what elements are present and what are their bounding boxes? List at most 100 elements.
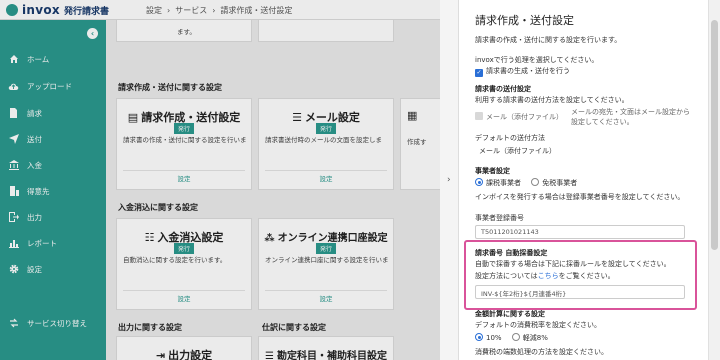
sidebar-item-label: 請求 [27,108,42,118]
default-method-label: デフォルトの送付方法 [475,134,545,142]
breadcrumb-separator-icon: › [212,5,216,15]
radio-selected-icon[interactable] [475,333,483,341]
section-title: 請求作成・送付に関する設定 [118,83,222,92]
breadcrumb-item-current: 請求作成・送付設定 [220,5,293,15]
bank-icon [8,160,19,171]
breadcrumb-item-service[interactable]: サービス [175,5,207,16]
section-title: 出力に関する設定 [118,323,182,332]
card-title: ☰ 勘定科目・補助科目設定 [259,347,393,360]
sidebar-item-label: サービス切り替え [27,318,87,328]
table-icon: ☰ [265,351,274,360]
card-partial-top [258,20,394,42]
switch-icon [8,318,19,329]
checkbox-checked-icon[interactable]: ✓ [475,69,483,77]
home-icon [8,54,19,65]
sidebar: ‹ ホーム アップロード 請求 送付 入金 得意先 出力 レポート 設定 サービ… [0,20,106,360]
sidebar-item-label: 入金 [27,160,42,170]
radio-exempt[interactable]: 免税事業者 [531,178,578,187]
sidebar-item-send[interactable]: 送付 [0,128,106,150]
radio-label: 免税事業者 [542,179,578,187]
send-icon [8,134,19,145]
card-partial-right[interactable]: ▦ 作成す [400,98,440,190]
card-mail-settings[interactable]: ☰ メール設定 発行 請求書送付時のメールの文面を設定しま 設定 [258,98,394,190]
card-title-text: 出力設定 [168,349,213,360]
chevron-left-icon[interactable]: ‹ [87,28,98,39]
scrollbar-thumb[interactable] [711,20,718,250]
card-settings-link[interactable]: 設定 [117,293,251,303]
network-icon: ⁂ [264,233,275,244]
logo-mark-icon [6,4,18,16]
radio-unselected-icon[interactable] [511,333,520,341]
sidebar-item-report[interactable]: レポート [0,232,106,254]
gear-icon [8,264,19,275]
card-reconcile-settings[interactable]: ☷ 入金消込設定 発行 自動消込に関する設定を行います。 設定 [116,218,252,310]
divider [123,170,245,171]
invox-process-label: invoxで行う処理を選択してください。 [475,56,599,64]
mail-note-line-1: メールの宛先・文面はメール設定から [571,108,690,116]
divider [123,290,245,291]
mail-option-row[interactable]: メール（添付ファイル） [475,112,563,122]
sidebar-item-label: ホーム [27,54,50,64]
radio-label: 課税事業者 [486,179,521,187]
radio-selected-icon[interactable] [475,178,483,186]
chevron-right-icon[interactable]: › [447,175,451,185]
invoice-icon: ▤ [127,111,139,124]
reg-number-input[interactable]: T5011201021143 [475,225,685,239]
logo-text: invox [22,3,60,17]
sidebar-item-payment[interactable]: 入金 [0,154,106,176]
breadcrumb-item-settings[interactable]: 設定 [146,5,162,16]
drawer-subtitle: 請求書の作成・送付に関する設定を行います。 [475,36,622,44]
export-icon: ⇥ [155,349,166,360]
radio-taxable[interactable]: 課税事業者 [475,178,521,187]
sidebar-item-export[interactable]: 出力 [0,206,106,228]
card-invoice-settings[interactable]: ▤ 請求作成・送付設定 発行 請求書の作成・送付に関する設定を行いま 設定 [116,98,252,190]
logo-subtitle: 発行請求書 [63,6,109,17]
card-desc: オンライン連携口座に関する設定を行いま [265,256,389,264]
divider [265,170,387,171]
card-account-settings[interactable]: ☰ 勘定科目・補助科目設定 [258,336,394,360]
rounding-title: 金額計算に関する設定 [475,310,545,318]
sidebar-item-label: 得意先 [27,186,50,196]
checkbox-disabled-icon[interactable] [475,112,483,120]
sidebar-item-upload[interactable]: アップロード [0,75,106,97]
mail-list-icon: ☰ [292,111,302,124]
chart-icon [8,238,19,249]
card-desc: ます。 [177,28,196,36]
logo[interactable]: invox 発行請求書 [6,0,109,20]
radio-rate-8[interactable]: 軽減8% [511,333,548,342]
tax-rate-radios: 10% 軽減8% [475,333,548,343]
scrollbar[interactable] [708,0,720,360]
breadcrumb-separator-icon: › [167,5,171,15]
highlight-frame [464,240,697,310]
card-online-bank-settings[interactable]: ⁂ オンライン連携口座設定 発行 オンライン連携口座に関する設定を行いま 設定 [258,218,394,310]
generate-checkbox-row[interactable]: ✓ 請求書の生成・送付を行う [475,66,570,77]
mail-option-label: メール（添付ファイル） [486,113,563,121]
sidebar-item-label: 送付 [27,134,42,144]
business-type-title: 事業者設定 [475,167,510,175]
card-settings-link[interactable]: 設定 [259,293,393,303]
radio-rate-10[interactable]: 10% [475,333,502,342]
card-partial-top: ます。 [116,20,252,42]
sidebar-item-customer[interactable]: 得意先 [0,180,106,202]
business-desc: インボイスを発行する場合は登録事業者番号を設定してください。 [475,193,685,201]
card-settings-link[interactable]: 設定 [259,173,393,183]
reg-number-label: 事業者登録番号 [475,214,524,222]
radio-unselected-icon[interactable] [531,178,540,186]
sidebar-item-settings[interactable]: 設定 [0,258,106,280]
building-icon [8,186,19,197]
sidebar-item-label: レポート [27,238,57,248]
rounding-desc: デフォルトの消費税率を設定ください。 [475,321,601,329]
business-type-radios: 課税事業者 免税事業者 [475,178,577,188]
card-export-settings[interactable]: ⇥ 出力設定 [116,336,252,360]
send-settings-desc: 利用する請求書の送付方法を設定してください。 [475,96,629,104]
sidebar-item-label: 設定 [27,264,42,274]
status-badge: 発行 [173,123,195,134]
sidebar-item-label: 出力 [27,212,42,222]
sidebar-item-home[interactable]: ホーム [0,48,106,70]
sidebar-item-switch-service[interactable]: サービス切り替え [0,312,106,334]
card-title-text: 勘定科目・補助科目設定 [276,351,387,360]
export-icon [8,212,19,223]
default-method-value: メール（添付ファイル） [479,147,556,155]
sidebar-item-invoice[interactable]: 請求 [0,102,106,124]
card-settings-link[interactable]: 設定 [117,173,251,183]
